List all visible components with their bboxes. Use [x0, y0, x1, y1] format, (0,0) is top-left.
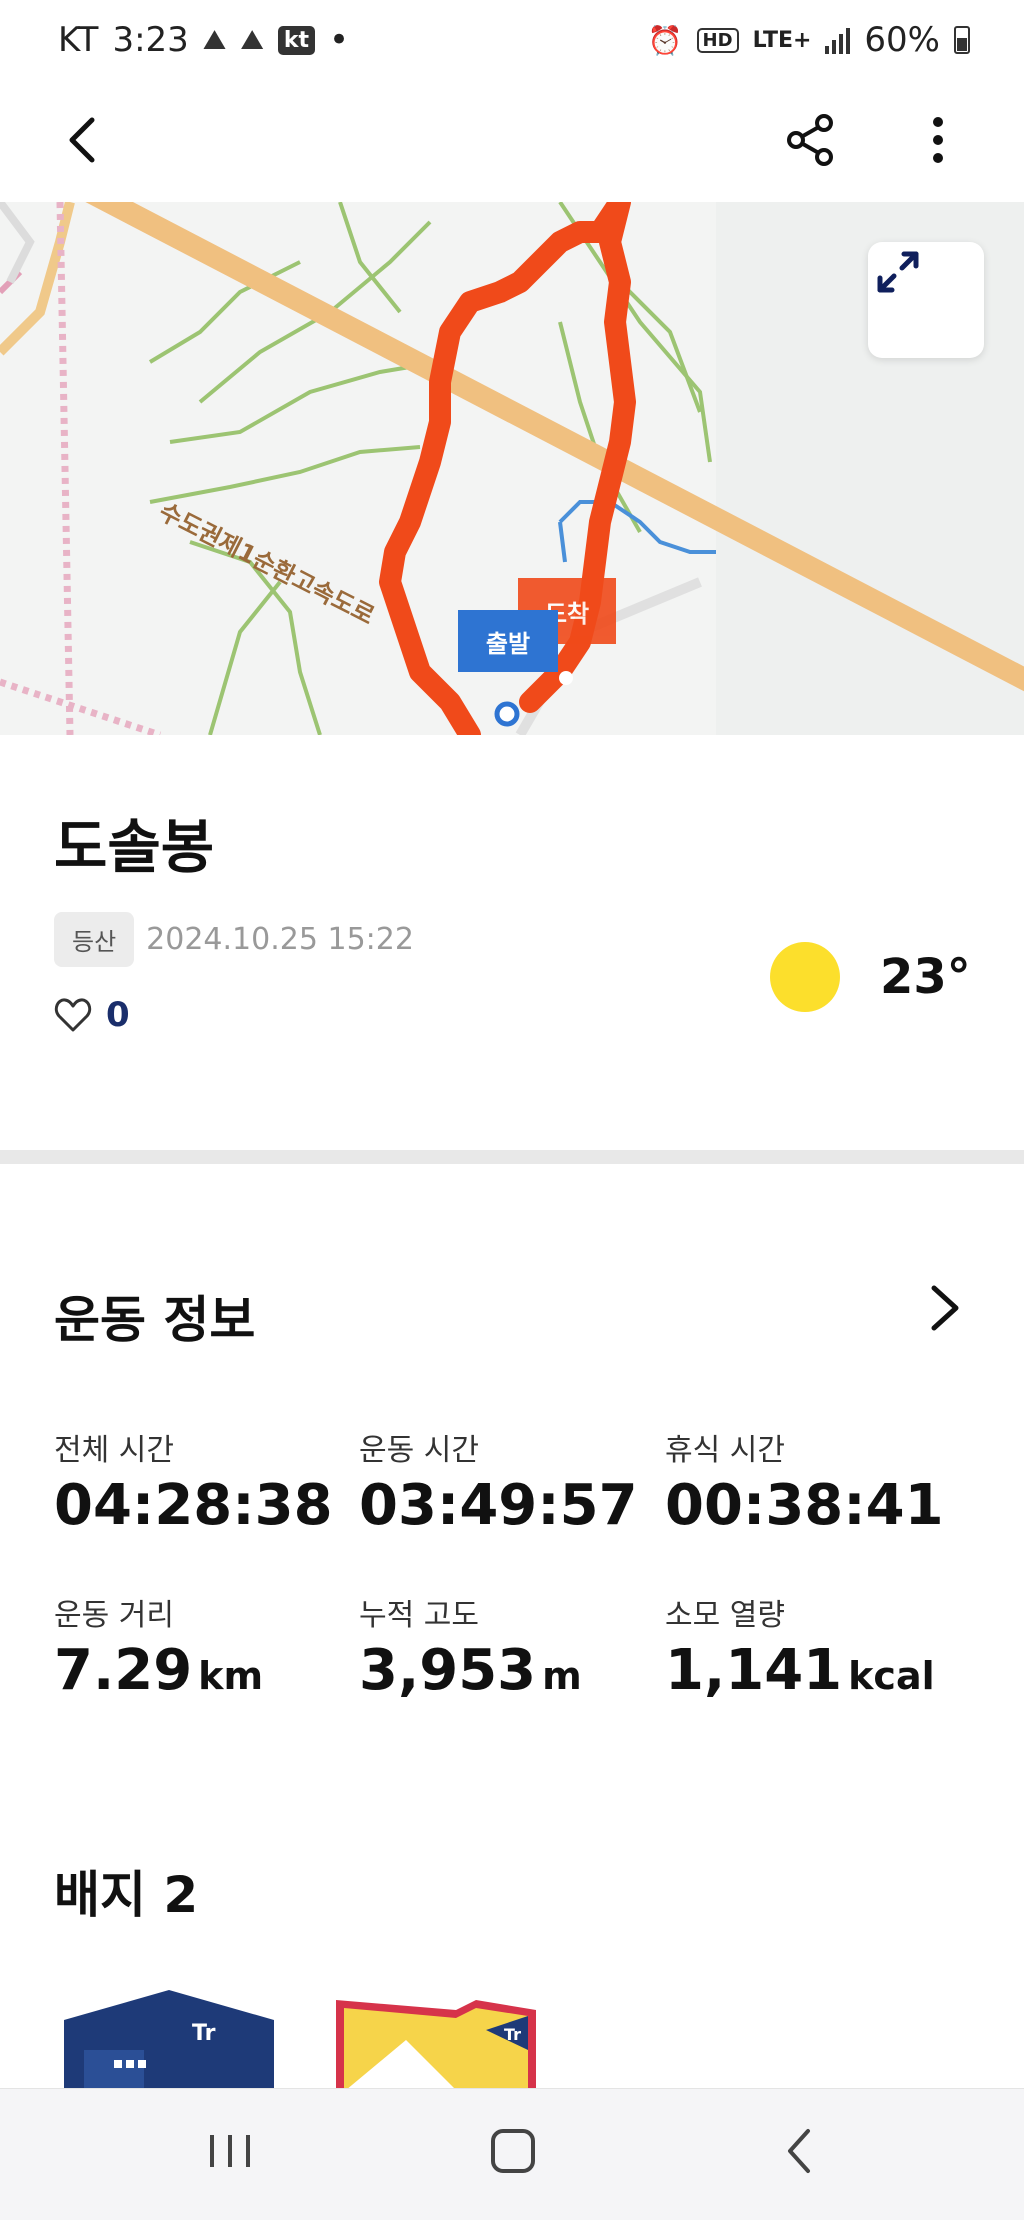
- svg-text:Tr: Tr: [504, 2025, 521, 2044]
- stat-number: 00:38:41: [665, 1473, 944, 1538]
- signal-icon: [825, 26, 851, 54]
- system-back-button[interactable]: [774, 2119, 826, 2183]
- status-left: KT 3:23 ⛰ ⛰ kt •: [58, 20, 349, 60]
- temperature: 23°: [880, 949, 971, 1005]
- stat-elevation: 누적 고도 3,953 m: [359, 1590, 582, 1703]
- svg-text:Tr: Tr: [192, 2021, 216, 2046]
- more-vertical-icon: [933, 117, 943, 163]
- system-nav-bar: [0, 2088, 1024, 2220]
- back-icon: [788, 2129, 810, 2173]
- badge-building-icon[interactable]: Tr: [64, 1990, 274, 2090]
- hiking-alert-icon: ⛰: [240, 23, 264, 56]
- app-bar: [0, 80, 1024, 202]
- stat-exercise-time: 운동 시간 03:49:57: [359, 1425, 638, 1538]
- stat-value: 03:49:57: [359, 1473, 638, 1538]
- sun-icon: [770, 942, 840, 1012]
- hiking-notification-icon: ⛰: [202, 23, 227, 56]
- battery-percent: 60%: [864, 20, 940, 60]
- expand-map-button[interactable]: [868, 242, 984, 358]
- stat-distance: 운동 거리 7.29 km: [54, 1590, 263, 1703]
- route-map[interactable]: 수도권제1순환고속도로 도착 출발: [0, 202, 1024, 735]
- stat-label: 전체 시간: [54, 1433, 174, 1468]
- battery-icon: [954, 26, 970, 54]
- stat-number: 3,953: [359, 1638, 537, 1703]
- heart-icon: [54, 998, 92, 1032]
- stat-number: 1,141: [665, 1638, 843, 1703]
- stat-label: 운동 시간: [359, 1433, 479, 1468]
- stat-label: 운동 거리: [54, 1598, 174, 1633]
- more-options-button[interactable]: [908, 110, 968, 170]
- exercise-info-more-button[interactable]: [918, 1280, 968, 1336]
- badge-mountain-icon[interactable]: Tr: [336, 1990, 536, 2090]
- stat-number: 03:49:57: [359, 1473, 638, 1538]
- status-right: ⏰ HD LTE+ 60%: [648, 20, 970, 60]
- weather: 23°: [770, 942, 971, 1012]
- clock: 3:23: [112, 20, 189, 60]
- stat-label: 누적 고도: [359, 1598, 479, 1633]
- activity-datetime: 2024.10.25 15:22: [146, 922, 414, 957]
- section-divider: [0, 1150, 1024, 1164]
- chevron-left-icon: [69, 117, 95, 163]
- like-count: 0: [106, 995, 130, 1035]
- hd-voice-icon: HD: [696, 27, 739, 53]
- home-icon: [491, 2129, 535, 2173]
- stat-number: 7.29: [54, 1638, 193, 1703]
- like-button[interactable]: 0: [54, 995, 130, 1035]
- stat-number: 04:28:38: [54, 1473, 333, 1538]
- kt-app-icon: kt: [277, 25, 316, 55]
- badges-title: 배지 2: [54, 1866, 199, 1924]
- stat-total-time: 전체 시간 04:28:38: [54, 1425, 333, 1538]
- stat-unit: m: [542, 1654, 582, 1698]
- back-button[interactable]: [56, 110, 116, 170]
- more-notifications-dot: •: [329, 20, 350, 60]
- activity-title: 도솔봉: [54, 813, 215, 881]
- chevron-right-icon: [931, 1285, 959, 1331]
- stat-label: 소모 열량: [665, 1598, 785, 1633]
- share-icon: [787, 114, 833, 166]
- stat-rest-time: 휴식 시간 00:38:41: [665, 1425, 944, 1538]
- recents-button[interactable]: [204, 2119, 256, 2183]
- status-bar: KT 3:23 ⛰ ⛰ kt • ⏰ HD LTE+ 60%: [0, 0, 1024, 80]
- network-type: LTE+: [752, 27, 812, 53]
- carrier-label: KT: [58, 20, 99, 60]
- stat-unit: kcal: [848, 1654, 935, 1698]
- activity-meta: 등산 2024.10.25 15:22: [54, 912, 414, 967]
- stat-value: 7.29 km: [54, 1638, 263, 1703]
- alarm-icon: ⏰: [647, 23, 683, 57]
- stat-value: 3,953 m: [359, 1638, 582, 1703]
- expand-icon: [877, 251, 919, 293]
- badge-list: Tr Tr: [64, 1990, 564, 2090]
- stat-calories: 소모 열량 1,141 kcal: [665, 1590, 935, 1703]
- stat-value: 1,141 kcal: [665, 1638, 935, 1703]
- stat-value: 04:28:38: [54, 1473, 333, 1538]
- share-button[interactable]: [780, 110, 840, 170]
- home-button[interactable]: [486, 2119, 540, 2183]
- start-marker-label: 출발: [458, 610, 558, 672]
- stat-label: 휴식 시간: [665, 1433, 785, 1468]
- stat-value: 00:38:41: [665, 1473, 944, 1538]
- recents-icon: [210, 2135, 250, 2167]
- exercise-info-title: 운동 정보: [54, 1291, 256, 1349]
- activity-type-tag: 등산: [54, 912, 135, 967]
- stat-unit: km: [198, 1654, 264, 1698]
